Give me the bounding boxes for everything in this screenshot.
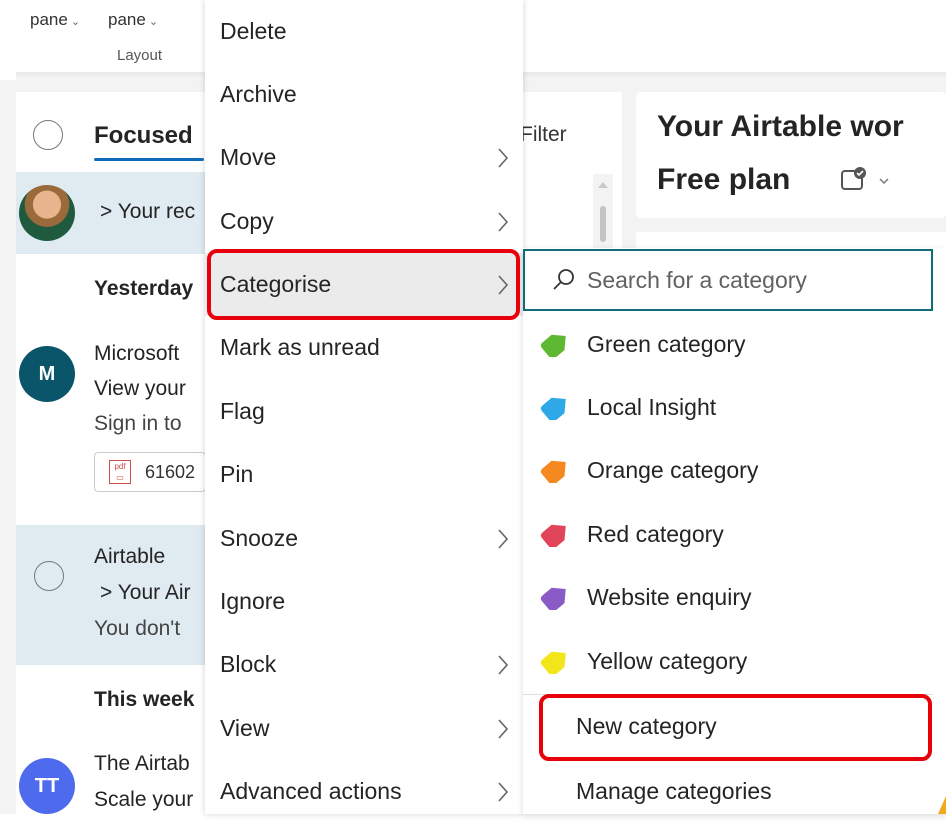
menu-item-copy[interactable]: Copy [205,190,523,253]
menu-item-pin[interactable]: Pin [205,443,523,506]
menu-item-label: Categorise [220,271,332,297]
orange-tag-icon [540,460,566,483]
menu-item-label: Move [220,144,277,170]
attachment-name: 61602 [145,462,196,482]
chevron-right-icon [498,211,509,232]
search-icon [553,269,574,290]
menu-item-label: Mark as unread [220,334,380,360]
category-item-red[interactable]: Red category [523,503,933,566]
tab-focused[interactable]: Focused [94,122,193,150]
ribbon-item-label: pane [108,10,146,29]
new-category-label: New category [576,713,717,739]
yellow-tag-icon [540,651,566,674]
menu-item-ignore[interactable]: Ignore [205,570,523,633]
green-tag-icon [540,334,566,357]
menu-item-label: Advanced actions [220,778,402,804]
chevron-right-icon [498,718,509,739]
attachment-chip[interactable]: pdf ▭ 61602 [94,452,206,492]
category-label: Orange category [587,457,759,483]
filter-button[interactable]: Filter [520,123,567,147]
category-label: Website enquiry [587,584,752,610]
red-tag-icon [540,524,566,547]
avatar: TT [19,758,75,814]
avatar: M [19,346,75,402]
ribbon-group-label: Layout [117,47,163,64]
scroll-up-icon [598,182,608,188]
category-tag-icon[interactable] [838,165,894,195]
item-checkbox[interactable] [34,561,64,591]
chevron-right-icon [498,528,509,549]
category-item-orange[interactable]: Orange category [523,439,933,502]
reading-pane-subtitle: Free plan [657,163,791,196]
menu-item-mark-as-unread[interactable]: Mark as unread [205,316,523,379]
menu-item-block[interactable]: Block [205,633,523,696]
category-item-local-insight[interactable]: Local Insight [523,376,933,439]
chevron-right-icon [498,781,509,802]
pdf-icon: pdf ▭ [109,460,131,484]
menu-item-categorise[interactable]: Categorise [205,253,523,316]
scrollbar[interactable] [593,174,613,254]
list-item-sender: The Airtab [94,752,190,775]
chevron-down-icon: ⌄ [148,16,159,28]
chevron-right-icon [498,274,509,295]
list-item-sender: Airtable [94,545,166,568]
list-item-preview: You don't [94,617,181,640]
category-label: Local Insight [587,394,717,420]
category-item-green[interactable]: Green category [523,313,933,376]
scrollbar-thumb[interactable] [600,206,606,242]
tab-focused-underline [94,158,204,161]
menu-item-label: View [220,715,270,741]
list-item-preview: Sign in to [94,412,182,435]
menu-item-label: Pin [220,461,254,487]
ribbon-pane-dropdown-2[interactable]: pane ⌄ [108,10,158,30]
list-item-subject: > Your rec [100,200,196,223]
category-label: Green category [587,331,746,357]
list-item-sender: Microsoft [94,342,180,365]
menu-item-label: Ignore [220,588,286,614]
menu-item-archive[interactable]: Archive [205,63,523,126]
list-item-subject: Scale your [94,788,194,811]
menu-item-label: Copy [220,208,274,234]
menu-item-snooze[interactable]: Snooze [205,507,523,570]
reading-pane-title: Your Airtable wor [657,110,904,143]
manage-categories-label: Manage categories [576,778,772,804]
chevron-right-icon [498,147,509,168]
ribbon-item-label: pane [30,10,68,29]
select-all-checkbox[interactable] [33,120,63,150]
category-label: Yellow category [587,648,748,674]
list-item-subject: > Your Air [100,581,191,604]
context-menu-items: Delete Archive Move Copy Categorise Mark… [205,0,523,814]
avatar [19,185,75,241]
list-item-subject: View your [94,377,186,400]
menu-item-flag[interactable]: Flag [205,380,523,443]
menu-item-label: Block [220,651,277,677]
ribbon-pane-dropdown-1[interactable]: pane ⌄ [30,10,80,30]
menu-item-label: Archive [220,81,297,107]
menu-item-label: Snooze [220,525,299,551]
purple-tag-icon [540,587,566,610]
group-header-yesterday: Yesterday [94,277,194,300]
blue-tag-icon [540,397,566,420]
menu-item-delete[interactable]: Delete [205,0,523,63]
category-label: Red category [587,521,724,547]
chevron-right-icon [498,654,509,675]
chevron-down-icon: ⌄ [70,16,81,28]
category-item-yellow[interactable]: Yellow category [523,630,933,693]
category-search-input[interactable] [585,265,929,295]
menu-item-label: Delete [220,18,287,44]
group-header-this-week: This week [94,688,195,711]
menu-item-view[interactable]: View [205,697,523,760]
category-item-website-enquiry[interactable]: Website enquiry [523,566,933,629]
menu-item-move[interactable]: Move [205,126,523,189]
category-search-box[interactable] [523,249,933,311]
menu-item-label: Flag [220,398,265,424]
new-category-button[interactable]: New category [523,695,933,758]
